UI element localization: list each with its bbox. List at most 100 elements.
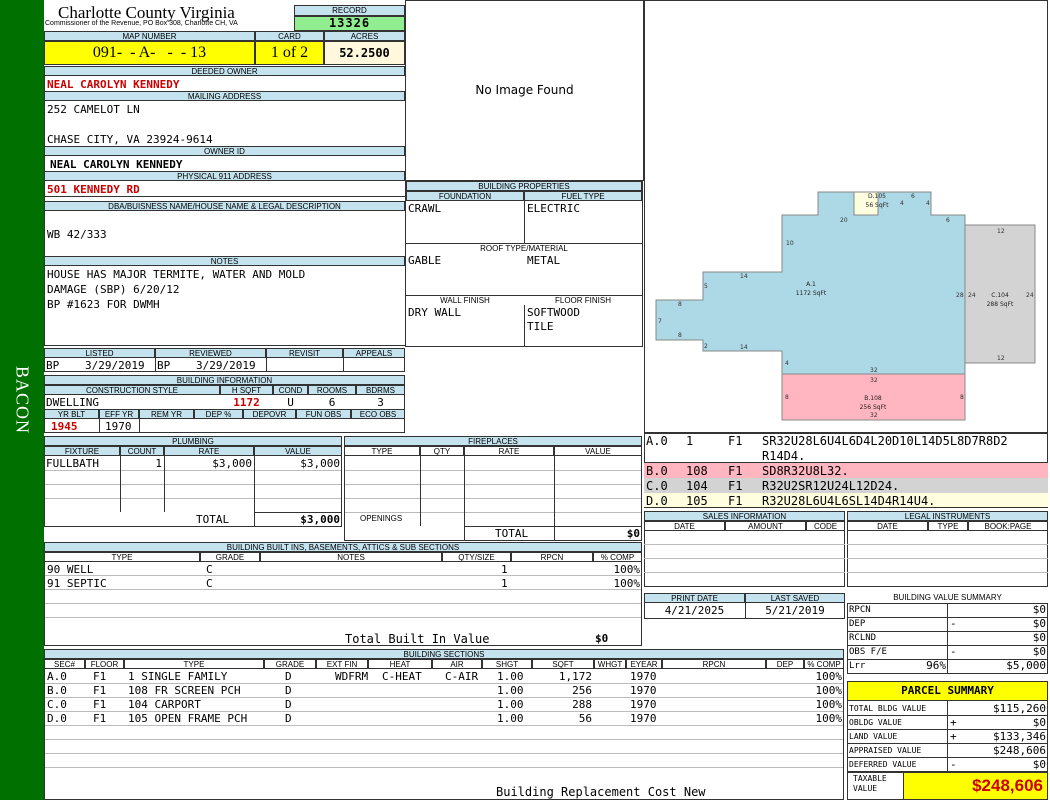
fireplace-header: RATE [464, 446, 554, 456]
legend-code: R32U28L6U4L6SL14D4R14U4. [762, 494, 936, 508]
legend-num: 104 [686, 479, 708, 493]
record-value: 13326 [294, 16, 405, 31]
appeals-label: APPEALS [343, 348, 405, 358]
photo-placeholder-text: No Image Found [475, 83, 574, 97]
building-info-label: BUILDING INFORMATION [44, 375, 405, 385]
builtins-header: TYPE [44, 552, 200, 562]
legal-instruments-label: LEGAL INSTRUMENTS [847, 511, 1048, 521]
legal-instruments-header: TYPE [928, 521, 968, 531]
plumbing-header: RATE [164, 446, 254, 456]
section-header: % COMP [804, 659, 844, 669]
section-header: TYPE [124, 659, 264, 669]
construction-style-label: CONSTRUCTION STYLE [44, 385, 220, 395]
sketch-area-d: 56 SqFt [866, 202, 890, 209]
sketch-dim: 24 [968, 292, 976, 299]
section-header: EYEAR [626, 659, 662, 669]
section-header: SHGT [482, 659, 532, 669]
physical-address-label: PHYSICAL 911 ADDRESS [44, 171, 405, 181]
sketch-label-d: D.105 [868, 193, 886, 200]
legend-code: R32U2SR12U24L12D24. [762, 479, 900, 493]
building-sections-label: BUILDING SECTIONS [44, 649, 844, 659]
mailing-address-label: MAILING ADDRESS [44, 91, 405, 101]
owner-id-value: NEAL CAROLYN KENNEDY [50, 158, 183, 171]
notes-line: DAMAGE (SBP) 6/20/12 [47, 283, 180, 296]
legal-label: DBA/BUISNESS NAME/HOUSE NAME & LEGAL DES… [44, 201, 405, 211]
listed-label: LISTED [44, 348, 155, 358]
reviewed-label: REVIEWED [155, 348, 266, 358]
builtins-header: RPCN [511, 552, 593, 562]
section-header: WHGT [594, 659, 626, 669]
legal-instruments-header: BOOK:PAGE [968, 521, 1048, 531]
legend-num: 1 [686, 434, 694, 448]
sketch-dim: 8 [785, 394, 789, 401]
sketch-label-b: B.108 [864, 395, 882, 402]
taxable-value: $248,606 [903, 772, 1048, 800]
value-summary-label: BUILDING VALUE SUMMARY [847, 593, 1048, 603]
legend-floor: F1 [728, 464, 743, 478]
rooms-label: ROOMS [308, 385, 356, 395]
mailing-address-line2: CHASE CITY, VA 23924-9614 [47, 133, 213, 146]
legend-floor: F1 [728, 494, 743, 508]
sketch-dim: 32 [870, 412, 878, 419]
legend-floor: F1 [728, 479, 743, 493]
fireplace-header: TYPE [344, 446, 420, 456]
sales-label: SALES INFORMATION [644, 511, 845, 521]
sketch-dim: 4 [785, 360, 789, 367]
sidebar-label: BACON [12, 365, 33, 435]
legend-sec: D.0 [646, 494, 668, 508]
sketch-area-a: 1172 SqFt [796, 290, 827, 297]
sketch-dim: 8 [960, 394, 964, 401]
section-header: FLOOR [85, 659, 124, 669]
mailing-address-line1: 252 CAMELOT LN [47, 103, 140, 116]
county-subtitle: Commissioner of the Revenue, PO Box 308,… [45, 20, 238, 27]
sketch-dim: 12 [997, 228, 1005, 235]
legend-sec: A.0 [646, 434, 668, 448]
legend-num: 108 [686, 464, 708, 478]
building-sketch: D.105 56 SqFt A.1 1172 SqFt C.104 288 Sq… [655, 191, 1036, 421]
plumbing-label: PLUMBING [44, 436, 342, 446]
sketch-dim: 14 [740, 344, 748, 351]
sales-header: AMOUNT [725, 521, 806, 531]
legend-sec: B.0 [646, 464, 668, 478]
legend-num: 105 [686, 494, 708, 508]
sales-header: DATE [644, 521, 725, 531]
sketch-dim: 6 [946, 217, 950, 224]
builtins-header: NOTES [260, 552, 442, 562]
sketch-dim: 14 [740, 273, 748, 280]
map-number-label: MAP NUMBER [44, 31, 255, 41]
plumbing-header: COUNT [120, 446, 164, 456]
acres-value: 52.2500 [324, 41, 405, 65]
sketch-label-a: A.1 [806, 281, 816, 288]
map-number-value: 091- - A- - - 13 [44, 41, 255, 65]
builtins-header: % COMP [593, 552, 642, 562]
sketch-dim: 5 [704, 283, 708, 290]
bdrms-label: BDRMS [356, 385, 405, 395]
sketch-dim: 4 [926, 200, 930, 207]
hsqft-label: H SQFT [220, 385, 273, 395]
sketch-dim: 32 [870, 377, 878, 384]
sketch-dim: 10 [786, 240, 794, 247]
section-header: HEAT [368, 659, 432, 669]
section-header: RPCN [662, 659, 766, 669]
sidebar: BACON [0, 0, 44, 800]
card-value: 1 of 2 [255, 41, 324, 65]
legend-code: SD8R32U8L32. [762, 464, 849, 478]
section-header: SEC# [44, 659, 85, 669]
legend-code-cont: R14D4. [762, 449, 806, 463]
sketch-dim: 8 [678, 301, 682, 308]
physical-address-value: 501 KENNEDY RD [47, 183, 140, 196]
legal-instruments-header: DATE [847, 521, 928, 531]
plumbing-header: VALUE [254, 446, 342, 456]
print-date-label: PRINT DATE [644, 593, 745, 603]
builtins-header: QTY/SIZE [442, 552, 511, 562]
revisit-label: REVISIT [266, 348, 343, 358]
record-label: RECORD [294, 5, 405, 16]
deeded-owner-value: NEAL CAROLYN KENNEDY [47, 78, 180, 91]
card-label: CARD [255, 31, 324, 41]
legend-sec: C.0 [646, 479, 668, 493]
legal-value: WB 42/333 [47, 228, 107, 241]
sketch-area-c: 288 SqFt [987, 301, 1014, 308]
sketch-area-b: 256 SqFt [860, 404, 887, 411]
sales-header: CODE [806, 521, 845, 531]
notes-label: NOTES [44, 256, 405, 266]
